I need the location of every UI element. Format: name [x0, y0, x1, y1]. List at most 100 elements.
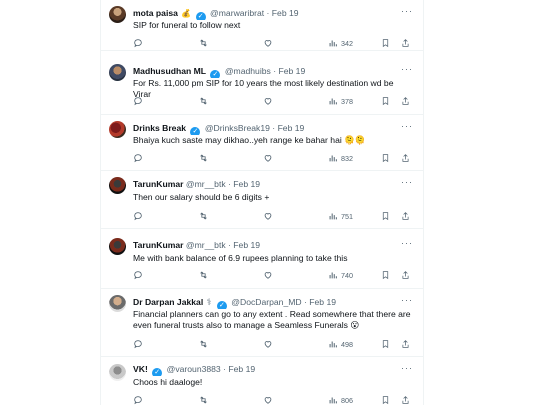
display-name[interactable]: TarunKumar — [133, 240, 183, 250]
bookmark-icon — [382, 154, 389, 163]
retweet-button[interactable] — [198, 211, 209, 223]
avatar[interactable] — [109, 295, 126, 312]
views-count[interactable]: 806 — [328, 395, 353, 405]
more-options-icon[interactable]: ··· — [401, 295, 413, 305]
tweet-date[interactable]: Feb 19 — [278, 66, 305, 76]
share-button[interactable] — [401, 395, 410, 405]
reply-button[interactable] — [133, 153, 143, 165]
user-handle[interactable]: @marwaribrat — [210, 8, 264, 18]
views-count[interactable]: 342 — [328, 38, 353, 50]
tweet-text-line-1: Financial planners can go to any extent … — [133, 309, 411, 319]
reply-button[interactable] — [133, 339, 143, 351]
retweet-icon — [200, 271, 207, 279]
tweet-1[interactable]: mota paisa 💰 ✓ @marwaribrat · Feb 19 ···… — [101, 0, 423, 51]
views-count[interactable]: 740 — [328, 270, 353, 282]
bookmark-icon — [382, 271, 389, 280]
avatar[interactable] — [109, 64, 126, 81]
more-options-icon[interactable]: ··· — [401, 177, 413, 187]
avatar[interactable] — [109, 121, 126, 138]
views-count[interactable]: 498 — [328, 339, 353, 351]
tweet-date[interactable]: Feb 19 — [228, 364, 255, 374]
tweet-header: Madhusudhan ML ✓ @madhuibs · Feb 19 — [133, 65, 413, 78]
tweet-6[interactable]: Dr Darpan Jakkal ⚕ ✓ @DocDarpan_MD · Feb… — [101, 289, 423, 357]
avatar[interactable] — [109, 364, 126, 381]
tweet-2[interactable]: Madhusudhan ML ✓ @madhuibs · Feb 19 ··· … — [101, 58, 423, 115]
tweet-date[interactable]: Feb 19 — [233, 240, 260, 250]
bookmark-button[interactable] — [381, 211, 390, 223]
bookmark-button[interactable] — [381, 96, 390, 108]
share-button[interactable] — [401, 38, 410, 50]
more-options-icon[interactable]: ··· — [401, 238, 413, 248]
avatar[interactable] — [109, 238, 126, 255]
tweet-5[interactable]: TarunKumar @mr__btk · Feb 19 ··· Me with… — [101, 229, 423, 289]
like-button[interactable] — [263, 395, 273, 405]
tweet-date[interactable]: Feb 19 — [309, 297, 336, 307]
heart-icon — [264, 155, 272, 162]
user-handle[interactable]: @mr__btk — [186, 179, 226, 189]
bookmark-button[interactable] — [381, 38, 390, 50]
verified-badge-icon: ✓ — [195, 12, 206, 20]
reply-button[interactable] — [133, 211, 143, 223]
tweet-date[interactable]: Feb 19 — [233, 179, 260, 189]
bookmark-button[interactable] — [381, 339, 390, 351]
user-handle[interactable]: @DocDarpan_MD — [231, 297, 301, 307]
views-count[interactable]: 378 — [328, 96, 353, 108]
more-options-icon[interactable]: ··· — [401, 121, 413, 131]
bookmark-button[interactable] — [381, 270, 390, 282]
views-count[interactable]: 832 — [328, 153, 353, 165]
separator-dot: · — [223, 364, 226, 374]
more-options-icon[interactable]: ··· — [401, 64, 413, 74]
share-button[interactable] — [401, 339, 410, 351]
tweet-header: mota paisa 💰 ✓ @marwaribrat · Feb 19 — [133, 7, 413, 20]
avatar[interactable] — [109, 6, 126, 23]
like-button[interactable] — [263, 211, 273, 223]
bookmark-button[interactable] — [381, 153, 390, 165]
user-handle[interactable]: @DrinksBreak19 — [205, 123, 270, 133]
retweet-button[interactable] — [198, 339, 209, 351]
retweet-button[interactable] — [198, 153, 209, 165]
share-button[interactable] — [401, 270, 410, 282]
tweet-header: Dr Darpan Jakkal ⚕ ✓ @DocDarpan_MD · Feb… — [133, 296, 413, 309]
reply-icon — [134, 97, 142, 106]
retweet-button[interactable] — [198, 38, 209, 50]
tweet-date[interactable]: Feb 19 — [278, 123, 305, 133]
bar-chart-icon — [329, 272, 337, 279]
display-name[interactable]: Madhusudhan ML — [133, 66, 206, 76]
share-button[interactable] — [401, 96, 410, 108]
user-handle[interactable]: @mr__btk — [186, 240, 226, 250]
retweet-button[interactable] — [198, 270, 209, 282]
reply-button[interactable] — [133, 395, 143, 405]
tweet-3[interactable]: Drinks Break ✓ @DrinksBreak19 · Feb 19 ·… — [101, 115, 423, 171]
reply-button[interactable] — [133, 96, 143, 108]
views-count[interactable]: 751 — [328, 211, 353, 223]
display-name[interactable]: TarunKumar — [133, 179, 183, 189]
tweet-7[interactable]: VK! ✓ @varoun3883 · Feb 19 ··· Choos hi … — [101, 357, 423, 405]
heart-icon — [264, 98, 272, 105]
share-button[interactable] — [401, 153, 410, 165]
bookmark-button[interactable] — [381, 395, 390, 405]
avatar[interactable] — [109, 177, 126, 194]
like-button[interactable] — [263, 270, 273, 282]
user-handle[interactable]: @madhuibs — [225, 66, 271, 76]
share-button[interactable] — [401, 211, 410, 223]
like-button[interactable] — [263, 96, 273, 108]
display-name[interactable]: mota paisa — [133, 8, 178, 18]
display-name[interactable]: Dr Darpan Jakkal — [133, 297, 203, 307]
like-button[interactable] — [263, 38, 273, 50]
retweet-button[interactable] — [198, 96, 209, 108]
like-button[interactable] — [263, 153, 273, 165]
heart-icon — [264, 40, 272, 47]
like-button[interactable] — [263, 339, 273, 351]
reply-button[interactable] — [133, 38, 143, 50]
tweet-4[interactable]: TarunKumar @mr__btk · Feb 19 ··· Then ou… — [101, 171, 423, 229]
more-options-icon[interactable]: ··· — [401, 6, 413, 16]
tweet-date[interactable]: Feb 19 — [272, 8, 299, 18]
user-handle[interactable]: @varoun3883 — [167, 364, 221, 374]
separator-dot: · — [228, 179, 231, 189]
display-name[interactable]: Drinks Break — [133, 123, 186, 133]
reply-icon — [134, 154, 142, 163]
reply-button[interactable] — [133, 270, 143, 282]
display-name[interactable]: VK! — [133, 364, 148, 374]
more-options-icon[interactable]: ··· — [401, 363, 413, 373]
retweet-button[interactable] — [198, 395, 209, 405]
